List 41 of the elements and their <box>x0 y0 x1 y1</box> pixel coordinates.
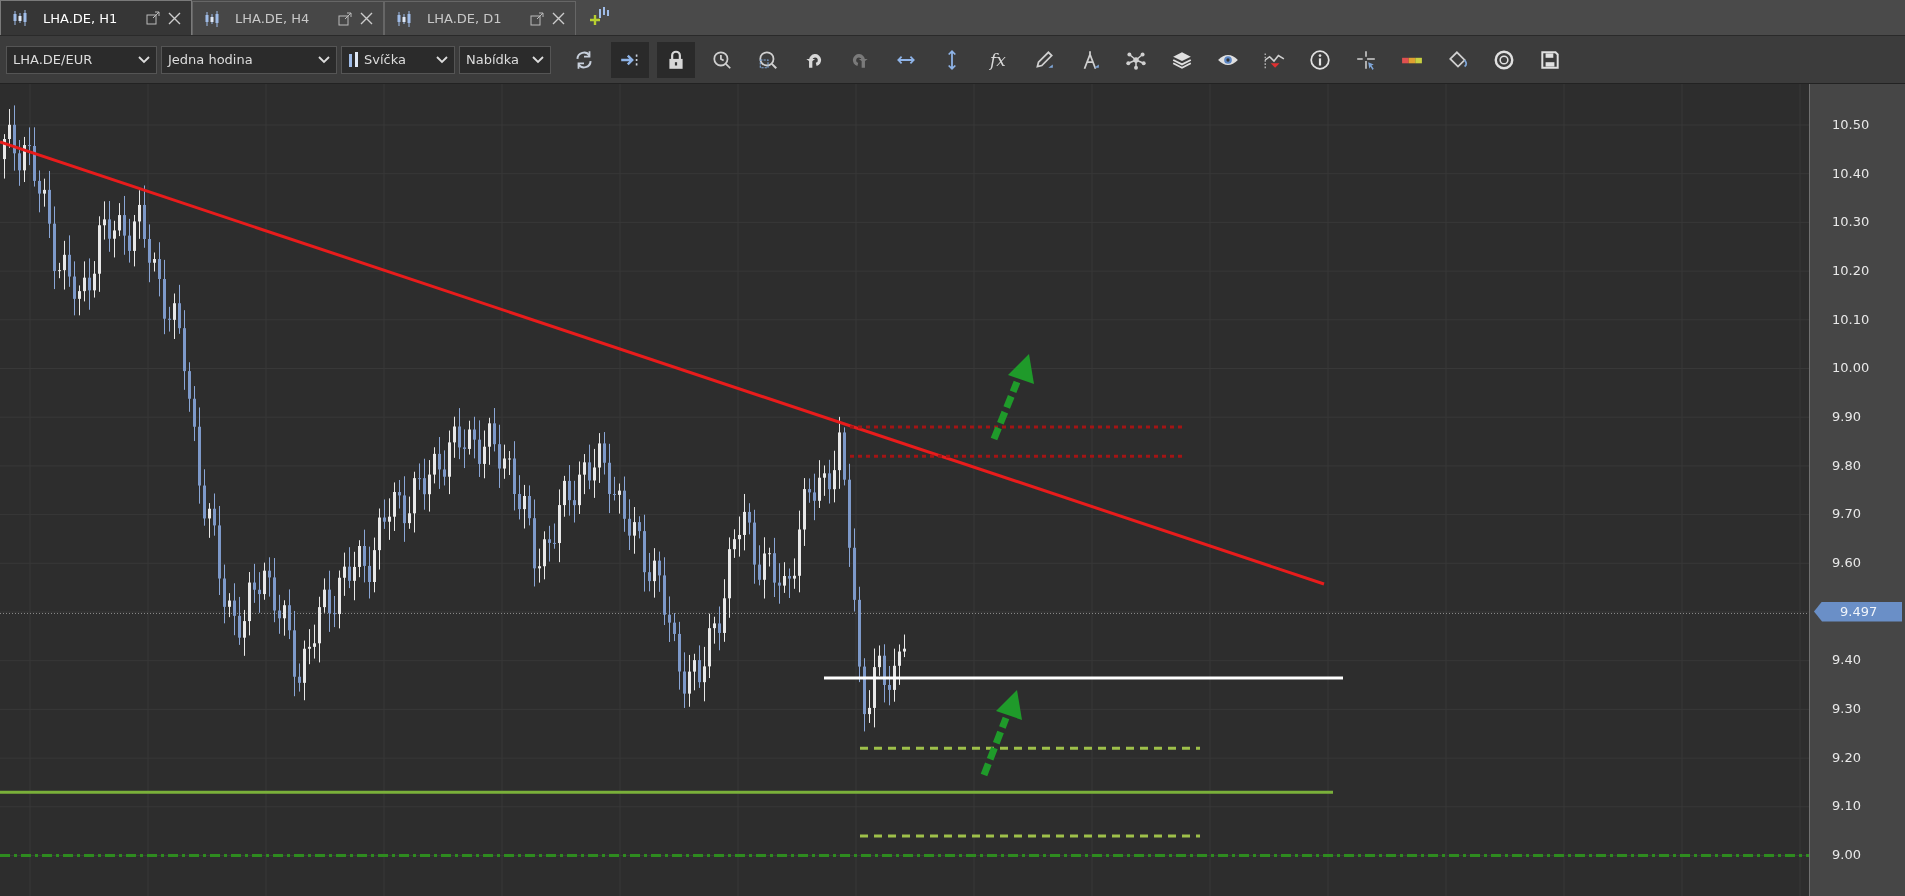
lock-icon[interactable] <box>657 41 695 78</box>
close-icon[interactable] <box>552 12 565 25</box>
close-icon[interactable] <box>168 11 181 25</box>
price-label: 10.00 <box>1831 359 1870 378</box>
caret-icon <box>532 55 544 64</box>
dropdown[interactable]: Nabídka <box>459 45 551 74</box>
candlestick-icon <box>11 10 29 26</box>
price-label: 9.70 <box>1831 505 1861 524</box>
price-label: 9.10 <box>1831 797 1861 816</box>
price-label: 9.40 <box>1831 651 1861 670</box>
price-label: 10.30 <box>1831 213 1870 232</box>
dropdown[interactable]: LHA.DE/EUR <box>6 45 157 74</box>
price-label: 9.80 <box>1831 456 1861 475</box>
price-label: 9.60 <box>1831 553 1861 572</box>
chart-tab[interactable]: LHA.DE, D1 <box>384 1 576 35</box>
price-label: 9.30 <box>1831 699 1861 718</box>
chart-tab[interactable]: LHA.DE, H1 <box>0 0 192 35</box>
candlestick-icon <box>395 10 413 27</box>
dropdown[interactable]: Svíčka <box>341 45 455 74</box>
price-label: 9.00 <box>1831 845 1861 864</box>
price-label: 9.90 <box>1831 407 1861 426</box>
add-chart-icon[interactable] <box>588 5 610 27</box>
price-label: 10.40 <box>1831 164 1870 183</box>
close-icon[interactable] <box>360 12 373 25</box>
popout-icon[interactable] <box>530 11 544 26</box>
price-label: 9.20 <box>1831 748 1861 767</box>
caret-icon <box>138 55 150 64</box>
caret-icon <box>436 55 448 64</box>
shift-icon[interactable] <box>611 41 649 78</box>
price-label: 10.20 <box>1831 261 1870 280</box>
popout-icon[interactable] <box>146 11 160 25</box>
dropdown[interactable]: Jedna hodina <box>161 45 337 74</box>
chart-tab[interactable]: LHA.DE, H4 <box>192 1 384 35</box>
caret-icon <box>318 55 330 64</box>
popout-icon[interactable] <box>338 11 352 26</box>
candlestick-icon <box>348 50 360 69</box>
current-price-badge: 9.497 <box>1814 601 1902 622</box>
formula-button[interactable]: fx <box>979 41 1017 78</box>
price-label: 10.50 <box>1831 116 1870 134</box>
candlestick-icon <box>203 10 221 27</box>
price-label: 10.10 <box>1831 310 1870 329</box>
